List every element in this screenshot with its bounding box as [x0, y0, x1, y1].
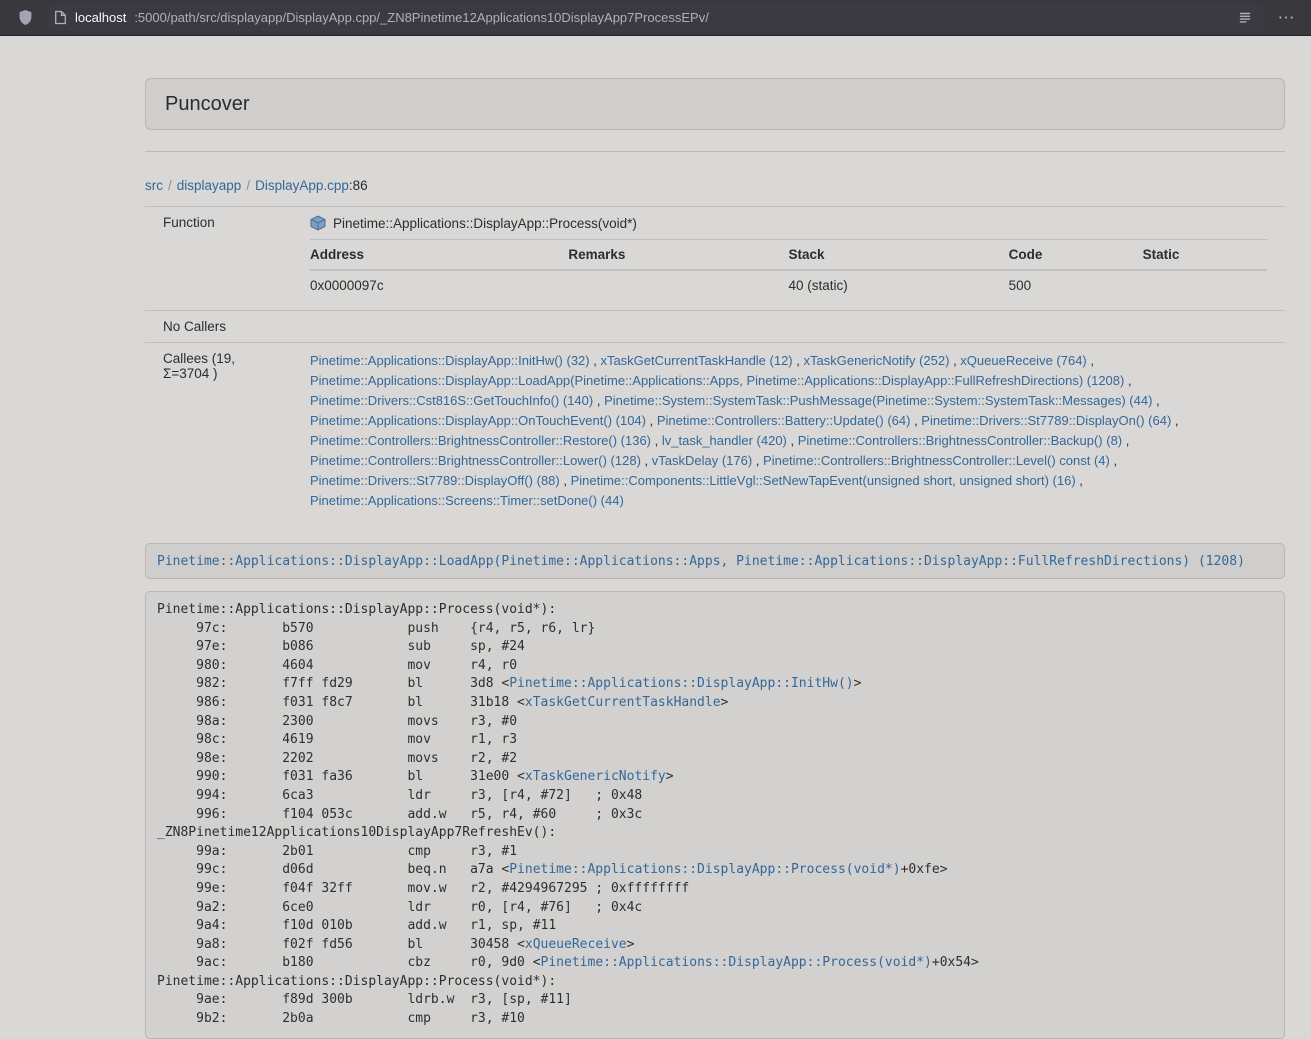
code-symbol-link[interactable]: Pinetime::Applications::DisplayApp::Init…: [509, 676, 853, 691]
callee-link[interactable]: xTaskGetCurrentTaskHandle (12): [600, 353, 792, 368]
breadcrumb-separator: /: [163, 178, 177, 193]
callee-link[interactable]: xQueueReceive (764): [960, 353, 1086, 368]
function-table: Function Pinetime::Applications::Display…: [145, 206, 1285, 519]
callee-separator: ,: [910, 413, 921, 428]
divider: [145, 151, 1285, 152]
function-row-label: Function: [145, 207, 292, 311]
disassembly-panel: Pinetime::Applications::DisplayApp::Proc…: [145, 591, 1285, 1039]
callee-separator: ,: [1110, 453, 1117, 468]
highlighted-symbol-link[interactable]: Pinetime::Applications::DisplayApp::Load…: [157, 554, 1245, 569]
callee-link[interactable]: lv_task_handler (420): [662, 433, 787, 448]
browser-toolbar: localhost :5000/path/src/displayapp/Displ…: [0, 0, 1311, 36]
page-icon: [54, 10, 67, 25]
callee-link[interactable]: Pinetime::Controllers::BrightnessControl…: [310, 453, 641, 468]
stats-value-address: 0x0000097c: [310, 270, 568, 302]
no-callers-row: No Callers: [145, 311, 1285, 343]
url-host: localhost: [75, 10, 126, 25]
callee-separator: ,: [1076, 473, 1083, 488]
callee-separator: ,: [1087, 353, 1094, 368]
callee-link[interactable]: Pinetime::Applications::DisplayApp::Load…: [310, 373, 1124, 388]
page-content: Puncover src/displayapp/DisplayApp.cpp:8…: [145, 78, 1285, 1039]
callee-link[interactable]: Pinetime::Drivers::Cst816S::GetTouchInfo…: [310, 393, 593, 408]
stats-value-stack: 40 (static): [788, 270, 1008, 302]
stats-value-static: [1143, 270, 1267, 302]
callee-link[interactable]: xTaskGenericNotify (252): [804, 353, 950, 368]
callee-link[interactable]: Pinetime::Controllers::BrightnessControl…: [310, 433, 651, 448]
tracking-protection-shield-icon[interactable]: [12, 9, 39, 26]
breadcrumb-link[interactable]: DisplayApp.cpp: [255, 178, 349, 193]
callee-separator: ,: [593, 393, 604, 408]
callee-link[interactable]: Pinetime::Applications::Screens::Timer::…: [310, 493, 624, 508]
callee-link[interactable]: Pinetime::Controllers::BrightnessControl…: [798, 433, 1122, 448]
callee-link[interactable]: Pinetime::Applications::DisplayApp::OnTo…: [310, 413, 646, 428]
callee-link[interactable]: Pinetime::Applications::DisplayApp::Init…: [310, 353, 590, 368]
stats-row: 0x0000097c 40 (static) 500: [310, 270, 1267, 302]
reader-view-icon[interactable]: [1232, 5, 1258, 31]
function-row: Function Pinetime::Applications::Display…: [145, 207, 1285, 311]
callees-label: Callees (19, Σ=3704 ): [145, 343, 292, 520]
callee-link[interactable]: Pinetime::Drivers::St7789::DisplayOff() …: [310, 473, 560, 488]
url-bar[interactable]: localhost :5000/path/src/displayapp/Displ…: [48, 5, 1264, 31]
highlighted-symbol-panel: Pinetime::Applications::DisplayApp::Load…: [145, 543, 1285, 579]
callee-link[interactable]: Pinetime::Drivers::St7789::DisplayOn() (…: [921, 413, 1171, 428]
callee-separator: ,: [752, 453, 763, 468]
page-title-panel: Puncover: [145, 78, 1285, 130]
code-symbol-link[interactable]: xTaskGenericNotify: [525, 769, 666, 784]
code-symbol-link[interactable]: Pinetime::Applications::DisplayApp::Proc…: [541, 955, 932, 970]
callee-separator: ,: [646, 413, 657, 428]
callee-separator: ,: [793, 353, 804, 368]
stats-header-remarks: Remarks: [568, 240, 788, 271]
breadcrumb-link[interactable]: displayapp: [177, 178, 242, 193]
url-path: :5000/path/src/displayapp/DisplayApp.cpp…: [134, 10, 1224, 25]
page-actions-menu-icon[interactable]: ⋯: [1273, 5, 1299, 31]
breadcrumb: src/displayapp/DisplayApp.cpp:86: [145, 178, 1285, 193]
breadcrumb-line-number: :86: [349, 178, 368, 193]
callee-separator: ,: [949, 353, 960, 368]
stats-header-code: Code: [1009, 240, 1143, 271]
breadcrumb-link[interactable]: src: [145, 178, 163, 193]
code-symbol-link[interactable]: xTaskGetCurrentTaskHandle: [525, 695, 721, 710]
function-icon: [310, 215, 326, 231]
disassembly-code: Pinetime::Applications::DisplayApp::Proc…: [157, 601, 1273, 1029]
stats-header-static: Static: [1143, 240, 1267, 271]
callee-link[interactable]: vTaskDelay (176): [652, 453, 752, 468]
callee-link[interactable]: Pinetime::System::SystemTask::PushMessag…: [604, 393, 1152, 408]
callee-separator: ,: [1171, 413, 1178, 428]
callees-row: Callees (19, Σ=3704 ) Pinetime::Applicat…: [145, 343, 1285, 520]
stats-value-remarks: [568, 270, 788, 302]
callee-separator: ,: [651, 433, 662, 448]
no-callers-label: No Callers: [145, 311, 292, 343]
stats-value-code: 500: [1009, 270, 1143, 302]
stats-header-address: Address: [310, 240, 568, 271]
breadcrumb-separator: /: [241, 178, 255, 193]
callee-separator: ,: [787, 433, 798, 448]
code-symbol-link[interactable]: xQueueReceive: [525, 937, 627, 952]
callee-separator: ,: [1124, 373, 1131, 388]
callee-separator: ,: [590, 353, 601, 368]
code-symbol-link[interactable]: Pinetime::Applications::DisplayApp::Proc…: [509, 862, 900, 877]
callee-separator: ,: [560, 473, 571, 488]
function-name: Pinetime::Applications::DisplayApp::Proc…: [333, 216, 637, 231]
callee-link[interactable]: Pinetime::Controllers::Battery::Update()…: [657, 413, 911, 428]
callee-separator: ,: [1152, 393, 1159, 408]
callee-link[interactable]: Pinetime::Controllers::BrightnessControl…: [763, 453, 1110, 468]
callees-list: Pinetime::Applications::DisplayApp::Init…: [292, 343, 1285, 520]
callee-separator: ,: [1122, 433, 1129, 448]
stats-header-stack: Stack: [788, 240, 1008, 271]
page-title: Puncover: [165, 93, 1265, 115]
callee-separator: ,: [641, 453, 652, 468]
stats-table: Address Remarks Stack Code Static 0x0000…: [310, 239, 1267, 302]
callee-link[interactable]: Pinetime::Components::LittleVgl::SetNewT…: [571, 473, 1076, 488]
